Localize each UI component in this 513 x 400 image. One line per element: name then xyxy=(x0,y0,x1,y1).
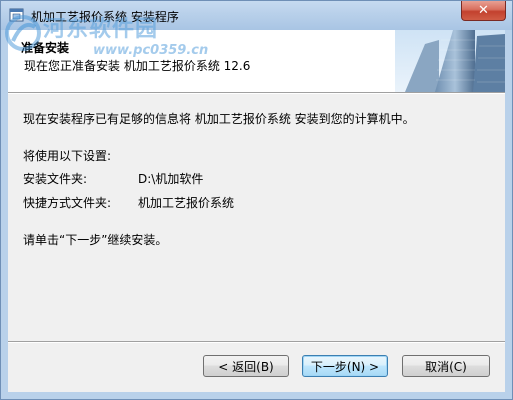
close-icon: ✕ xyxy=(478,3,489,18)
wizard-client-area: 准备安装 现在您正准备安装 机加工艺报价系统 12.6 现在安装程序已有足够的信… xyxy=(8,30,505,392)
header-divider xyxy=(8,92,505,94)
installer-app-icon xyxy=(9,8,24,22)
next-button[interactable]: 下一步(N) > xyxy=(302,355,388,377)
install-folder-value: D:\机加软件 xyxy=(138,172,204,186)
building-banner-image xyxy=(395,30,505,92)
intro-text: 现在安装程序已有足够的信息将 机加工艺报价系统 安装到您的计算机中。 xyxy=(23,112,415,126)
page-title: 准备安装 xyxy=(21,41,70,55)
cancel-button[interactable]: 取消(C) xyxy=(402,355,490,377)
back-button[interactable]: < 返回(B) xyxy=(203,355,289,377)
install-folder-label: 安装文件夹: xyxy=(23,172,88,186)
settings-heading: 将使用以下设置: xyxy=(23,149,112,163)
shortcut-folder-label: 快捷方式文件夹: xyxy=(23,196,112,210)
installer-window: 机加工艺报价系统 安装程序 ✕ 准备安装 现在您正准备安装 机加工艺报价系统 1… xyxy=(0,0,513,400)
title-bar[interactable]: 机加工艺报价系统 安装程序 ✕ xyxy=(1,1,512,30)
shortcut-folder-value: 机加工艺报价系统 xyxy=(138,196,235,210)
wizard-header: 准备安装 现在您正准备安装 机加工艺报价系统 12.6 xyxy=(8,30,505,92)
page-subtitle: 现在您正准备安装 机加工艺报价系统 12.6 xyxy=(24,59,251,73)
window-title: 机加工艺报价系统 安装程序 xyxy=(31,10,179,24)
footer-divider xyxy=(8,341,505,343)
close-button[interactable]: ✕ xyxy=(461,1,506,21)
instruction-text: 请单击“下一步”继续安装。 xyxy=(23,233,168,247)
